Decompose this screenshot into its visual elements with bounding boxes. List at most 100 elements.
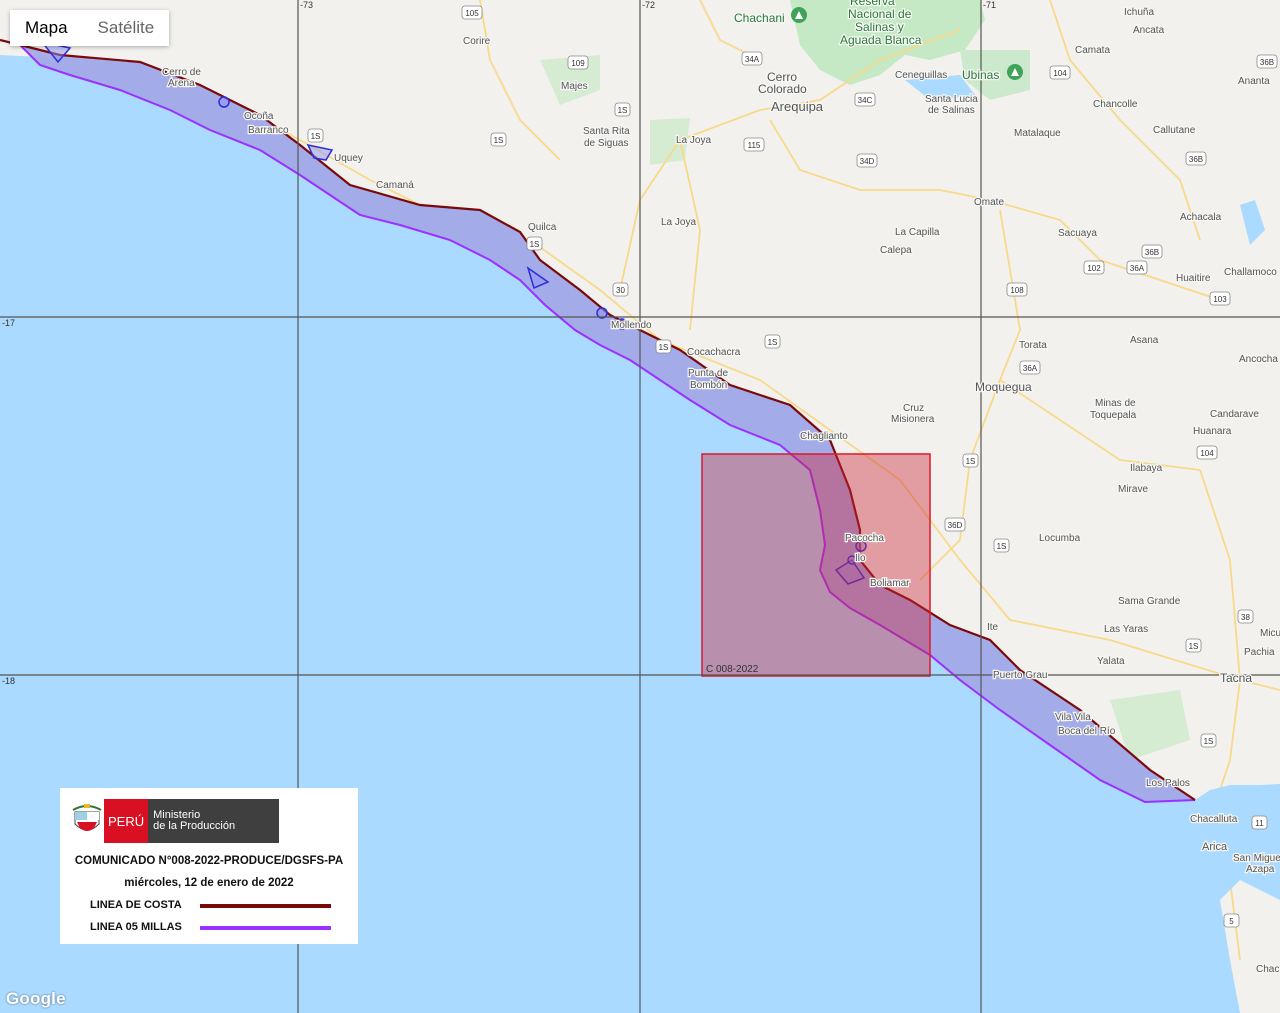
place-label: Pachia (1244, 647, 1275, 658)
road-shield: 36B (1185, 151, 1207, 166)
road-shield-label: 36B (1260, 58, 1274, 67)
map-button[interactable]: Mapa (10, 10, 83, 46)
road-shield: 34C (854, 92, 876, 107)
road-shield: 104 (1049, 65, 1071, 80)
road-shield-label: 103 (1213, 295, 1227, 304)
road-shield: 109 (567, 55, 589, 70)
road-shield: 1S (1200, 733, 1217, 748)
place-label: Yalata (1097, 656, 1125, 667)
road-shield-label: 109 (571, 59, 585, 68)
lon-label: -72 (642, 0, 655, 10)
place-label: Ilabaya (1130, 463, 1163, 474)
road-shield: 38 (1237, 609, 1254, 624)
road-shield-label: 5 (1229, 917, 1234, 926)
road-shield: 1S (764, 334, 781, 349)
road-shield: 104 (1196, 445, 1218, 460)
place-label: Huanara (1193, 426, 1232, 437)
place-label: Asana (1130, 335, 1159, 346)
place-label: Corire (463, 36, 491, 47)
place-label: Minas de (1095, 398, 1136, 409)
road-shield: 1S (993, 538, 1010, 553)
road-shield: 36B (1256, 54, 1278, 69)
road-shield-label: 104 (1053, 69, 1067, 78)
place-label: Ocoña (244, 111, 274, 122)
place-label: Nacional de (848, 7, 912, 21)
road-shield-label: 1S (966, 457, 976, 466)
road-shield: 1S (655, 339, 672, 354)
road-shield-label: 1S (530, 240, 540, 249)
road-shield-label: 1S (618, 106, 628, 115)
place-label: Santa Lucia (925, 94, 978, 105)
legend-date: miércoles, 12 de enero de 2022 (124, 877, 294, 889)
ministry-logo: PERÚ Ministerio de la Producción (70, 799, 280, 843)
place-label: Callutane (1153, 125, 1196, 136)
place-label: Boca del Río (1058, 726, 1116, 737)
coat-of-arms-icon (70, 799, 104, 843)
place-label: Barranco (248, 125, 289, 136)
place-label: Arica (1202, 841, 1228, 853)
road-shield-label: 11 (1255, 819, 1264, 828)
road-shield-label: 1S (997, 542, 1007, 551)
road-shield: 1S (1185, 638, 1202, 653)
road-shield: 5 (1223, 913, 1240, 928)
satellite-button[interactable]: Satélite (82, 10, 170, 46)
place-label: Ubinas (962, 68, 999, 82)
lon-label: -73 (300, 0, 313, 10)
place-label: Ancocha (1239, 354, 1278, 365)
road-shield: 1S (490, 132, 507, 147)
road-shield: 30 (612, 282, 629, 297)
peru-label: PERÚ (104, 799, 149, 843)
ministry-line-2: de la Producción (153, 820, 236, 832)
place-label: Ichuña (1124, 7, 1154, 18)
road-shield-label: 30 (616, 286, 625, 295)
place-label: Las Yaras (1104, 624, 1148, 635)
road-shield-label: 1S (494, 136, 504, 145)
road-shield: 108 (1006, 282, 1028, 297)
place-label: Sacuaya (1058, 228, 1097, 239)
place-label: La Joya (661, 217, 696, 228)
road-shield-label: 36A (1023, 364, 1038, 373)
place-label: Misionera (891, 414, 935, 425)
road-shield: 34A (741, 51, 763, 66)
road-shield: 1S (307, 128, 324, 143)
road-shield-label: 102 (1087, 264, 1101, 273)
road-shield: 1S (526, 236, 543, 251)
road-shield: 103 (1209, 291, 1231, 306)
closure-zone[interactable] (701, 453, 931, 677)
place-label: Ite (987, 622, 999, 633)
place-label: Achacala (1180, 212, 1222, 223)
place-label: San Miguel de (1233, 853, 1280, 864)
road-shield: 1S (614, 102, 631, 117)
place-label: de Siguas (584, 138, 628, 149)
place-label: Huaitire (1176, 273, 1211, 284)
place-label: Majes (561, 81, 588, 92)
place-label: Azapa (1246, 864, 1275, 875)
road-shield-label: 34A (745, 55, 760, 64)
place-label: Santa Rita (583, 126, 630, 137)
road-shield-label: 1S (768, 338, 778, 347)
place-label: Moquegua (975, 380, 1032, 394)
legend-panel: PERÚ Ministerio de la Producción COMUNIC… (60, 788, 358, 944)
place-label: Puerto Grau (993, 670, 1047, 681)
road-shield-label: 115 (748, 141, 761, 150)
place-label: Punta de (688, 368, 728, 379)
place-label: Cruz (903, 403, 924, 414)
place-label: Calepa (880, 245, 912, 256)
coast-legend-line (200, 904, 331, 908)
place-label: Camaná (376, 180, 414, 191)
place-label: Torata (1019, 340, 1047, 351)
place-label: Cocachacra (687, 347, 741, 358)
place-label: Omate (974, 197, 1004, 208)
five-miles-legend-label: LINEA 05 MILLAS (90, 921, 182, 933)
road-shield: 11 (1251, 815, 1268, 830)
place-label: Locumba (1039, 533, 1081, 544)
place-label: Arequipa (771, 99, 824, 114)
map-type-control: Mapa Satélite (10, 10, 170, 46)
place-label: Aguada Blanca (840, 33, 922, 47)
place-label: de Salinas (928, 105, 975, 116)
place-label: Pacocha (845, 533, 884, 544)
place-label: Quilca (528, 222, 557, 233)
road-shield: 1S (962, 453, 979, 468)
place-label: Chac (1256, 964, 1279, 975)
road-shield-label: 38 (1241, 613, 1250, 622)
